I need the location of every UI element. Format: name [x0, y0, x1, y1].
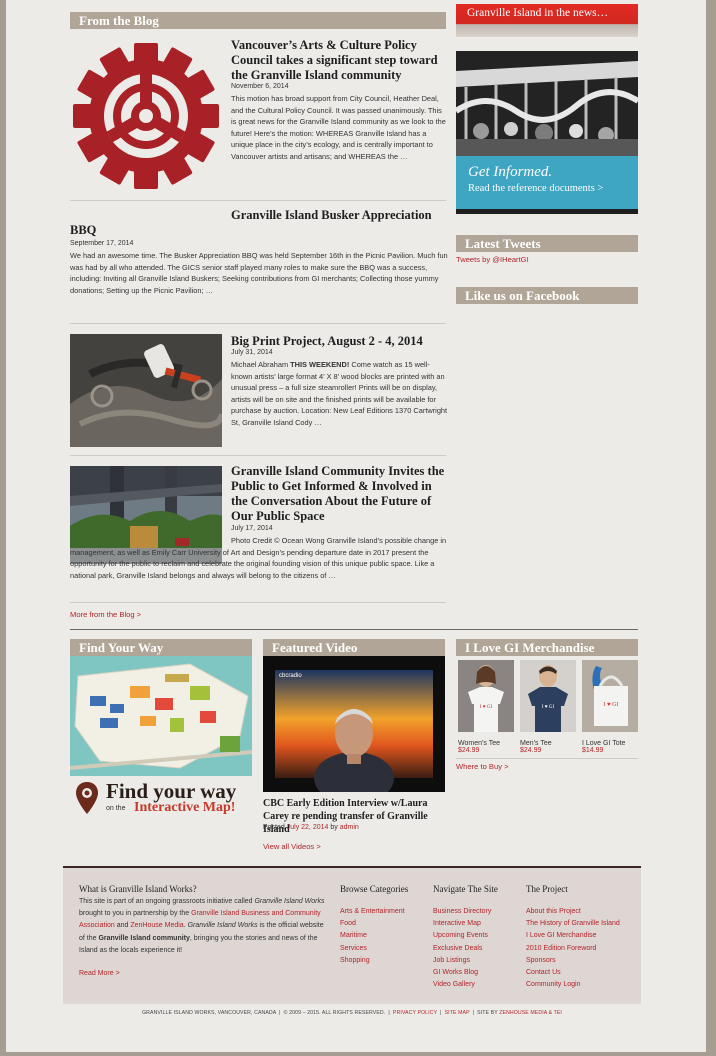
browse-categories-list: Arts & Entertainment Food Maritime Servi… [340, 906, 405, 967]
footer-link[interactable]: Services [340, 943, 405, 955]
footer-link[interactable]: Contact Us [526, 967, 620, 979]
divider [70, 323, 446, 324]
footer-link[interactable]: Arts & Entertainment [340, 906, 405, 918]
footer-link[interactable]: About this Project [526, 906, 620, 918]
svg-text:I ♥ GI: I ♥ GI [604, 702, 619, 708]
footer-link[interactable]: Interactive Map [433, 918, 491, 930]
more-from-blog-link[interactable]: More from the Blog > [70, 610, 141, 619]
page: From the Blog Vancouver’s Arts & Culture… [6, 0, 706, 1052]
footer: What is Granville Island Works? This sit… [63, 866, 641, 1004]
footer-link[interactable]: Maritime [340, 930, 405, 942]
merch-price: $14.99 [582, 747, 604, 754]
on-the-text: on the [106, 805, 126, 812]
post-title[interactable]: Granville Island Community Invites the P… [231, 464, 449, 524]
video-author-link[interactable]: admin [340, 824, 359, 831]
merch-name: Men’s Tee [520, 740, 552, 747]
zenhouse-credit-link[interactable]: ZENHOUSE MEDIA & TEI [499, 1010, 562, 1016]
footer-link[interactable]: I Love GI Merchandise [526, 930, 620, 942]
section-divider [70, 629, 638, 630]
footer-link[interactable]: Sponsors [526, 955, 620, 967]
read-more-link[interactable]: Read More > [79, 970, 120, 977]
get-informed-banner[interactable]: Get Informed. Read the reference documen… [456, 51, 638, 214]
browse-categories-title: Browse Categories [340, 884, 409, 894]
post-date: July 17, 2014 [231, 525, 273, 532]
privacy-policy-link[interactable]: PRIVACY POLICY [393, 1010, 437, 1016]
merch-name: I Love GI Tote [582, 740, 626, 747]
merch-price: $24.99 [520, 747, 542, 754]
latest-tweets-heading: Latest Tweets [456, 235, 638, 252]
post-excerpt: This motion has broad support from City … [231, 94, 446, 161]
footer-link[interactable]: GI Works Blog [433, 967, 491, 979]
gear-logo[interactable] [72, 42, 220, 190]
footer-link[interactable]: The History of Granville Island [526, 918, 620, 930]
post-title[interactable]: Vancouver’s Arts & Culture Policy Counci… [231, 38, 449, 83]
footer-about-title: What is Granville Island Works? [79, 884, 197, 894]
zenhouse-link[interactable]: ZenHouse Media [130, 922, 183, 929]
footer-link[interactable]: 2010 Edition Foreword [526, 943, 620, 955]
featured-video-heading: Featured Video [263, 639, 445, 656]
navigate-site-title: Navigate The Site [433, 884, 498, 894]
merch-item[interactable]: I ♥ GI Men’s Tee $24.99 [520, 660, 576, 756]
post-date: September 17, 2014 [70, 240, 134, 247]
post-date: July 31, 2014 [231, 349, 273, 356]
video-meta: Posted July 22, 2014 by admin [263, 824, 359, 831]
woodblock-photo [70, 334, 222, 447]
divider [70, 455, 446, 456]
get-informed-subtitle: Read the reference documents > [468, 183, 604, 194]
find-your-way-heading: Find Your Way [70, 639, 252, 656]
view-all-videos-link[interactable]: View all Videos > [263, 842, 321, 851]
merch-price: $24.99 [458, 747, 480, 754]
tweets-link[interactable]: Tweets by @IHeartGI [456, 255, 529, 264]
video-player[interactable]: cbcradio [263, 656, 445, 792]
divider [70, 200, 446, 201]
footer-link[interactable]: Upcoming Events [433, 930, 491, 942]
news-banner[interactable]: Granville Island in the news… [456, 4, 638, 37]
video-date-link[interactable]: July 22, 2014 [287, 824, 329, 831]
merch-heading: I Love GI Merchandise [456, 639, 638, 656]
svg-text:I ♥ GI: I ♥ GI [480, 705, 493, 710]
interactive-map-text: Interactive Map! [134, 800, 236, 815]
footer-link[interactable]: Community Login [526, 979, 620, 991]
interactive-map[interactable] [70, 656, 252, 776]
the-project-title: The Project [526, 884, 568, 894]
gear-icon [73, 43, 219, 189]
merch-item[interactable]: I ♥ GI Women’s Tee $24.99 [458, 660, 514, 756]
footer-link[interactable]: Video Gallery [433, 979, 491, 991]
cbc-radio-logo: cbcradio [279, 673, 302, 679]
mens-tee-image: I ♥ GI [520, 660, 576, 732]
divider [456, 758, 638, 759]
get-informed-title: Get Informed. [468, 164, 553, 180]
where-to-buy-link[interactable]: Where to Buy > [456, 762, 509, 771]
post-thumbnail[interactable] [70, 334, 222, 447]
copyright-bar: GRANVILLE ISLAND WORKS, VANCOUVER, CANAD… [142, 1010, 562, 1016]
map-pin-icon [76, 782, 98, 814]
merch-item[interactable]: I ♥ GI I Love GI Tote $14.99 [582, 660, 638, 756]
footer-about-text: This site is part of an ongoing grassroo… [79, 898, 325, 954]
map-image [70, 656, 252, 776]
site-map-link[interactable]: SITE MAP [445, 1010, 470, 1016]
womens-tee-image: I ♥ GI [458, 660, 514, 732]
find-your-way-promo[interactable]: Find your way on the Interactive Map! [70, 778, 252, 818]
the-project-list: About this Project The History of Granvi… [526, 906, 620, 991]
navigate-site-list: Business Directory Interactive Map Upcom… [433, 906, 491, 991]
tote-bag-image: I ♥ GI [582, 660, 638, 732]
footer-link[interactable]: Job Listings [433, 955, 491, 967]
blog-heading: From the Blog [70, 12, 446, 29]
post-date: November 6, 2014 [231, 83, 289, 90]
post-title[interactable]: Granville Island Busker Appreciation BBQ [70, 208, 446, 238]
svg-text:I ♥ GI: I ♥ GI [542, 705, 555, 710]
post-title[interactable]: Big Print Project, August 2 - 4, 2014 [231, 334, 449, 349]
merch-name: Women’s Tee [458, 740, 501, 747]
divider [70, 602, 446, 603]
footer-link[interactable]: Food [340, 918, 405, 930]
post-excerpt: Photo Credit © Ocean Wong Granville Isla… [70, 536, 447, 580]
post-excerpt: We had an awesome time. The Busker Appre… [70, 251, 448, 295]
footer-link[interactable]: Business Directory [433, 906, 491, 918]
footer-link[interactable]: Shopping [340, 955, 405, 967]
facebook-heading: Like us on Facebook [456, 287, 638, 304]
post-excerpt: Michael Abraham THIS WEEKEND! Come watch… [231, 360, 448, 427]
footer-link[interactable]: Exclusive Deals [433, 943, 491, 955]
news-banner-label: Granville Island in the news… [467, 7, 609, 19]
